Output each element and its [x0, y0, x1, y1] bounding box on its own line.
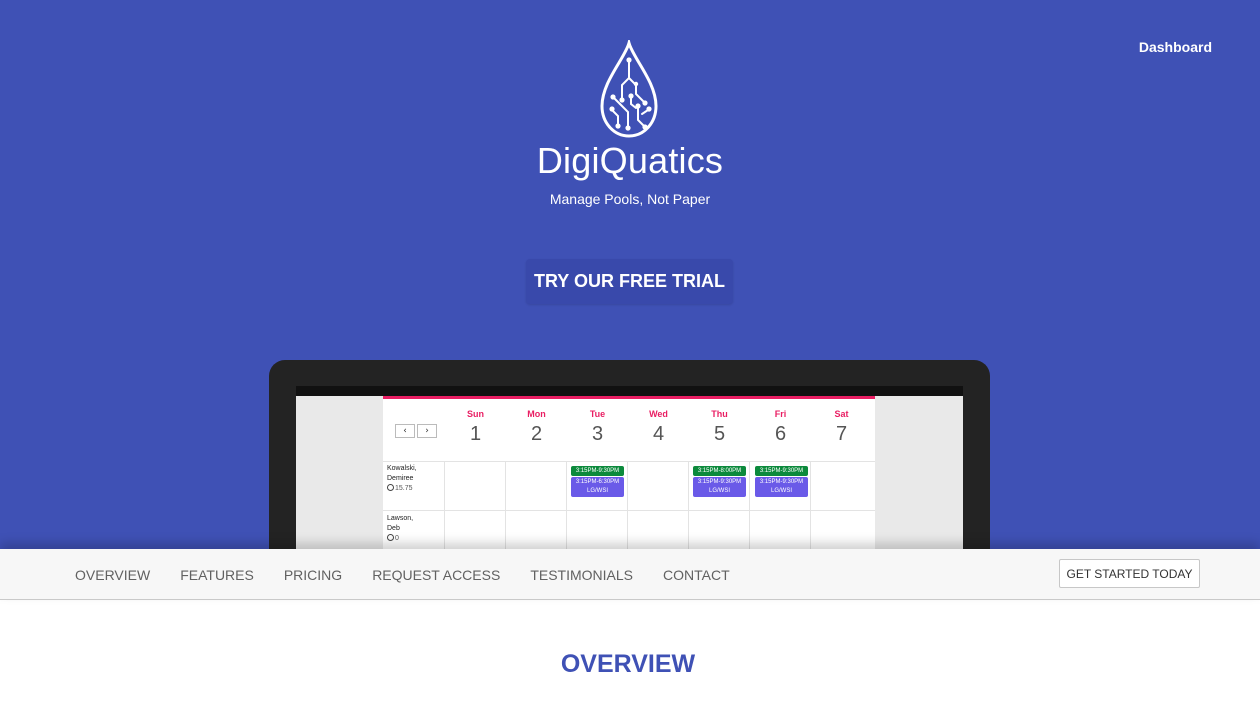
day-name: Tue	[589, 409, 606, 419]
shift-role: LG/WSI	[586, 488, 608, 494]
day-header: Tue 3	[567, 409, 628, 446]
day-header: Fri 6	[750, 409, 811, 446]
shift-block[interactable]: 3:15PM-6:30PM LG/WSI	[571, 477, 624, 497]
water-drop-circuit-logo	[600, 40, 658, 138]
schedule-calendar: ‹ › Sun 1 Mon 2 Tue 3 Wed 4 Thu 5 Fri 6 …	[383, 396, 875, 549]
shift-block[interactable]: 3:15PM-8:00PM	[693, 466, 746, 476]
screen-bezel	[296, 386, 963, 396]
employee-name: Deb	[387, 525, 400, 532]
day-date: 2	[530, 423, 543, 445]
day-name: Thu	[711, 409, 728, 419]
calendar-nav: ‹ ›	[395, 424, 437, 438]
employee-name: Demiree	[387, 475, 414, 482]
employee-hours: 15.75	[395, 485, 413, 492]
grid-line	[810, 461, 811, 549]
clock-icon	[387, 484, 394, 491]
day-header: Sat 7	[811, 409, 872, 446]
grid-line	[749, 461, 750, 549]
get-started-button[interactable]: GET STARTED TODAY	[1059, 559, 1200, 588]
day-header: Thu 5	[689, 409, 750, 446]
nav-overview[interactable]: OVERVIEW	[60, 567, 165, 583]
day-date: 1	[469, 423, 482, 445]
day-name: Sat	[834, 409, 849, 419]
clock-icon	[387, 534, 394, 541]
shift-block[interactable]: 3:15PM-9:30PM LG/WSI	[755, 477, 808, 497]
laptop-screen: ‹ › Sun 1 Mon 2 Tue 3 Wed 4 Thu 5 Fri 6 …	[296, 386, 963, 549]
day-date: 6	[774, 423, 787, 445]
employee-row[interactable]: Lawson, Deb 0	[387, 514, 413, 544]
grid-line	[688, 461, 689, 549]
day-header: Sun 1	[445, 409, 506, 446]
brand-name: DigiQuatics	[536, 140, 724, 181]
shift-time: 3:15PM-9:30PM	[697, 479, 742, 485]
day-date: 5	[713, 423, 726, 445]
grid-line	[566, 461, 567, 549]
day-date: 7	[835, 423, 848, 445]
shift-block[interactable]: 3:15PM-9:30PM LG/WSI	[693, 477, 746, 497]
day-name: Sun	[467, 409, 484, 419]
laptop-mockup: ‹ › Sun 1 Mon 2 Tue 3 Wed 4 Thu 5 Fri 6 …	[269, 360, 990, 549]
nav-testimonials[interactable]: TESTIMONIALS	[515, 567, 648, 583]
employee-name: Lawson,	[387, 515, 414, 522]
shift-block[interactable]: 3:15PM-9:30PM	[571, 466, 624, 476]
nav-features[interactable]: FEATURES	[165, 567, 269, 583]
grid-line	[627, 461, 628, 549]
grid-line	[383, 461, 875, 462]
shift-role: LG/WSI	[708, 488, 730, 494]
day-date: 4	[652, 423, 665, 445]
next-week-button[interactable]: ›	[417, 424, 437, 438]
day-header: Mon 2	[506, 409, 567, 446]
day-date: 3	[591, 423, 604, 445]
nav-pricing[interactable]: PRICING	[269, 567, 357, 583]
grid-line	[444, 461, 445, 549]
shift-role: LG/WSI	[770, 488, 792, 494]
employee-name: Kowalski,	[387, 465, 417, 472]
day-name: Wed	[649, 409, 668, 419]
employee-row[interactable]: Kowalski, Demiree 15.75	[387, 464, 417, 494]
free-trial-button[interactable]: TRY OUR FREE TRIAL	[526, 259, 733, 304]
nav-contact[interactable]: CONTACT	[648, 567, 745, 583]
section-title: OVERVIEW	[560, 650, 696, 678]
day-name: Fri	[774, 409, 787, 419]
shift-block[interactable]: 3:15PM-9:30PM	[755, 466, 808, 476]
hero-section: Dashboard DigiQuatics Manage Pools, Not …	[0, 0, 1260, 549]
grid-line	[383, 510, 875, 511]
shift-time: 3:15PM-6:30PM	[575, 479, 620, 485]
dashboard-link[interactable]: Dashboard	[1139, 39, 1212, 55]
nav-request-access[interactable]: REQUEST ACCESS	[357, 567, 515, 583]
shift-time: 3:15PM-9:30PM	[759, 479, 804, 485]
day-header: Wed 4	[628, 409, 689, 446]
prev-week-button[interactable]: ‹	[395, 424, 415, 438]
employee-hours: 0	[395, 535, 399, 542]
section-navbar: OVERVIEW FEATURES PRICING REQUEST ACCESS…	[0, 549, 1260, 600]
tagline: Manage Pools, Not Paper	[549, 191, 711, 207]
grid-line	[505, 461, 506, 549]
day-name: Mon	[527, 409, 546, 419]
nav-menu: OVERVIEW FEATURES PRICING REQUEST ACCESS…	[60, 549, 745, 600]
